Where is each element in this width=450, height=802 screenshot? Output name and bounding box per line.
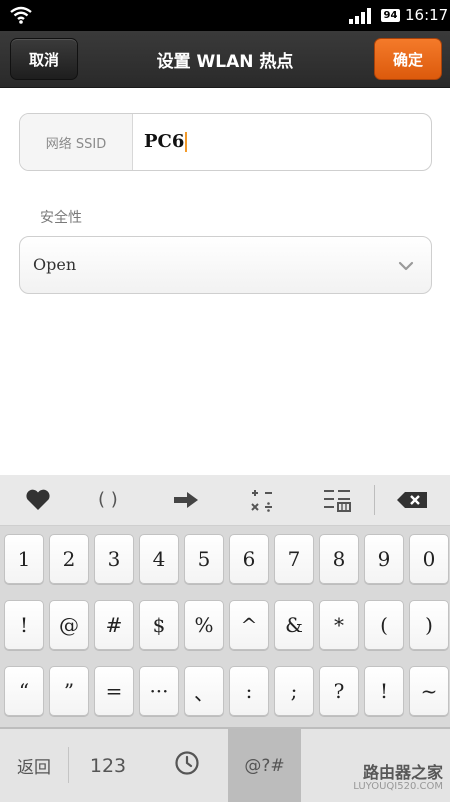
key-ampersand[interactable]: & [274,600,314,650]
numbers-key[interactable]: 123 [70,729,146,802]
key-tilde[interactable]: ~ [409,666,449,716]
watermark-url: LUYOUQI520.COM [353,781,443,792]
ssid-value-text: PC6 [144,131,185,152]
key-right-quote[interactable]: ” [49,666,89,716]
key-left-quote[interactable]: “ [4,666,44,716]
key-exclamation-2[interactable]: ! [364,666,404,716]
key-dollar[interactable]: $ [139,600,179,650]
security-dropdown[interactable]: Open [19,236,432,294]
toolbar-divider [374,485,375,515]
key-6[interactable]: 6 [229,534,269,584]
arrow-right-icon[interactable] [173,491,199,513]
bottom-divider [68,747,69,783]
watermark-title: 路由器之家 [362,763,443,782]
status-bar: 94 16:17 [0,0,450,31]
security-label: 安全性 [40,210,82,226]
signal-icon [349,8,373,28]
key-7[interactable]: 7 [274,534,314,584]
wifi-icon [10,6,32,28]
emoji-key[interactable] [150,729,224,802]
text-cursor [185,132,188,152]
key-equals[interactable]: = [94,666,134,716]
key-semicolon[interactable]: ; [274,666,314,716]
soft-keyboard: ( ) 1 2 3 4 5 6 7 8 9 0 ! @ # $ % ^ & * … [0,475,450,802]
ssid-field[interactable]: 网络 SSID PC6 [19,113,432,171]
back-key[interactable]: 返回 [0,729,68,802]
battery-icon: 94 [381,9,400,22]
key-1[interactable]: 1 [4,534,44,584]
math-symbols-icon[interactable] [248,486,276,518]
security-value: Open [33,255,77,274]
watermark: 路由器之家 LUYOUQI520.COM [353,735,447,797]
key-hash[interactable]: # [94,600,134,650]
key-question[interactable]: ? [319,666,359,716]
chevron-down-icon [398,257,414,276]
ok-button[interactable]: 确定 [374,38,442,80]
heart-icon[interactable] [25,489,51,515]
key-asterisk[interactable]: * [319,600,359,650]
key-enumeration-comma[interactable]: 、 [184,666,224,716]
key-at[interactable]: @ [49,600,89,650]
symbols-key[interactable]: @?# [228,729,301,802]
keyboard-toolbar: ( ) [0,475,450,526]
key-caret[interactable]: ^ [229,600,269,650]
key-0[interactable]: 0 [409,534,449,584]
key-4[interactable]: 4 [139,534,179,584]
ssid-input[interactable]: PC6 [144,131,188,152]
key-percent[interactable]: % [184,600,224,650]
key-right-paren[interactable]: ) [409,600,449,650]
key-left-paren[interactable]: ( [364,600,404,650]
key-3[interactable]: 3 [94,534,134,584]
key-9[interactable]: 9 [364,534,404,584]
key-colon[interactable]: : [229,666,269,716]
format-icon[interactable] [322,487,352,517]
key-5[interactable]: 5 [184,534,224,584]
clock-icon [174,750,200,781]
ssid-label: 网络 SSID [20,114,133,170]
brackets-icon[interactable]: ( ) [98,489,118,510]
action-bar: 取消 设置 WLAN 热点 确定 [0,31,450,88]
key-2[interactable]: 2 [49,534,89,584]
clock: 16:17 [405,6,449,24]
hotspot-form: 网络 SSID PC6 安全性 Open [0,88,450,475]
key-exclamation[interactable]: ! [4,600,44,650]
backspace-icon[interactable] [396,491,428,513]
key-ellipsis[interactable]: ··· [139,666,179,716]
key-8[interactable]: 8 [319,534,359,584]
